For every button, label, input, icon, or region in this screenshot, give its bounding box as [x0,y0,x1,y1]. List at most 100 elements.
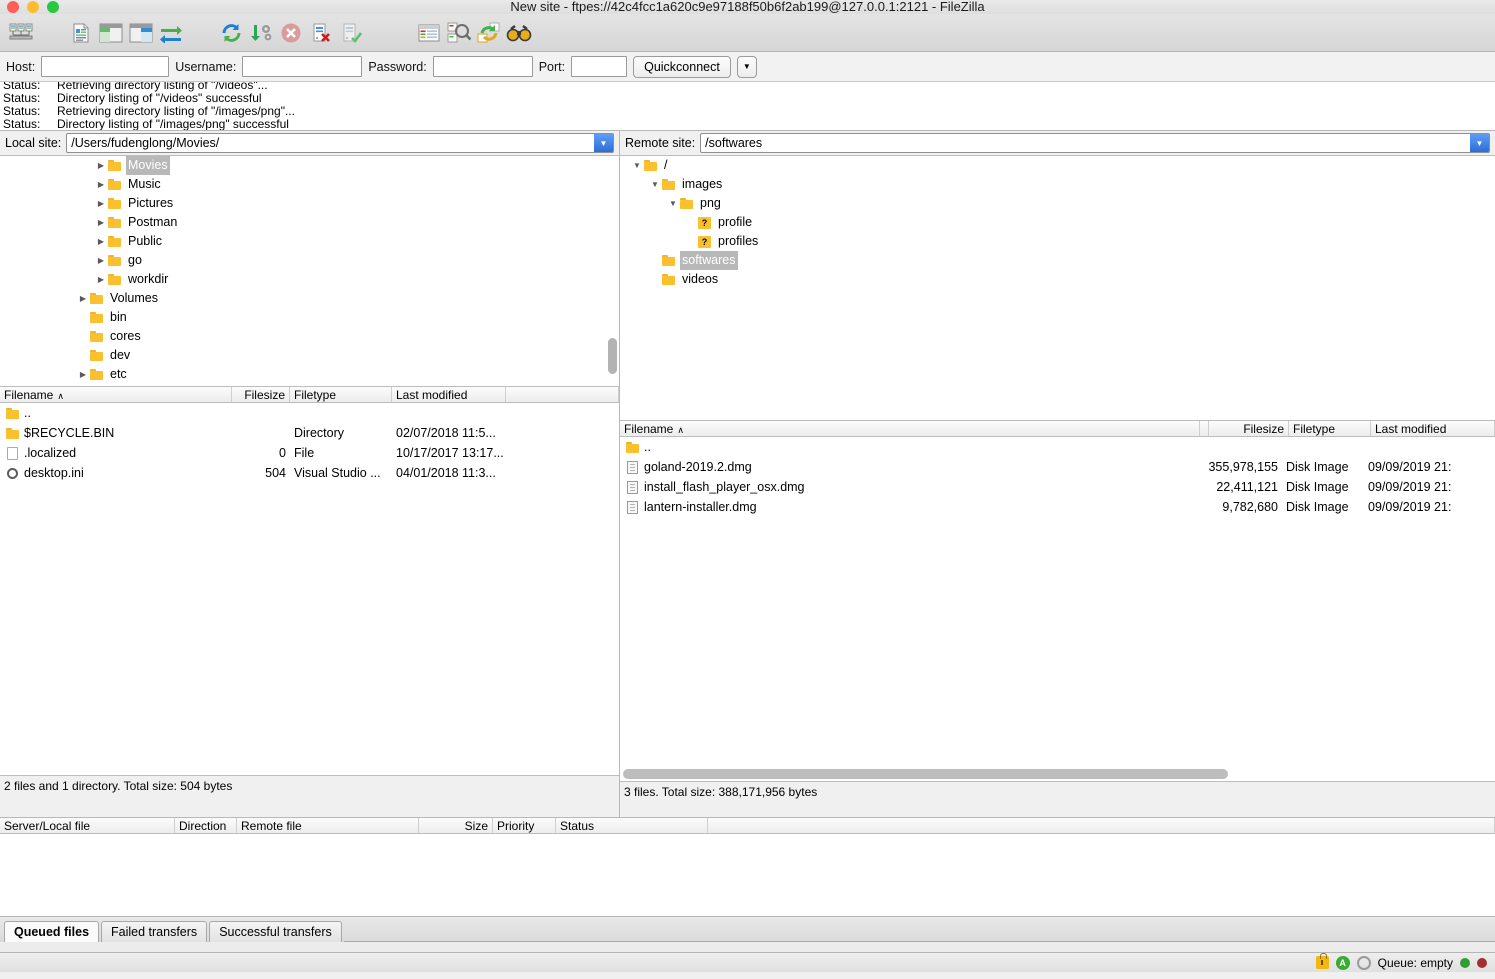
file-row[interactable]: desktop.ini 504 Visual Studio ... 04/01/201… [0,463,619,483]
toggle-transfer-queue-icon[interactable] [156,18,186,48]
port-input[interactable] [571,56,628,77]
chevron-right-icon[interactable]: ▶ [94,175,108,194]
column-header-spacer[interactable] [1200,421,1209,436]
column-header-size[interactable]: Size [419,818,493,833]
column-header-spacer[interactable] [506,387,619,402]
file-row[interactable]: .. [0,403,619,423]
remote-file-columns[interactable]: Filename ∧ Filesize Filetype Last modifie… [620,420,1495,437]
chevron-right-icon[interactable]: ▶ [94,232,108,251]
cancel-icon[interactable] [276,18,306,48]
quickconnect-button[interactable]: Quickconnect [633,55,731,78]
tree-node[interactable]: videos [620,270,1495,289]
chevron-right-icon[interactable]: ▶ [94,251,108,270]
tree-node[interactable]: ▶ Postman [0,213,619,232]
tree-node[interactable]: ▶ Public [0,232,619,251]
process-queue-icon[interactable] [246,18,276,48]
tree-node[interactable]: ▶ Movies [0,156,619,175]
remote-site-value[interactable]: /softwares [701,134,1470,152]
chevron-right-icon[interactable]: ▶ [94,213,108,232]
message-log[interactable]: Status: Retrieving directory listing of … [0,82,1495,131]
chevron-right-icon[interactable]: ▶ [76,289,90,308]
remote-site-combo[interactable]: /softwares ▼ [700,133,1490,153]
compare-directories-icon[interactable] [444,18,474,48]
tree-node[interactable]: ? profile [620,213,1495,232]
column-header-filename[interactable]: Filename ∧ [620,421,1200,436]
tree-node[interactable]: ▶ etc [0,365,619,384]
column-header-filename[interactable]: Filename ∧ [0,387,232,402]
local-site-combo[interactable]: /Users/fudenglong/Movies/ ▼ [66,133,614,153]
chevron-down-icon[interactable]: ▼ [630,156,644,175]
local-tree-scrollbar[interactable] [608,338,617,374]
column-header-status[interactable]: Status [556,818,708,833]
file-row[interactable]: $RECYCLE.BIN Directory 02/07/2018 11:5... [0,423,619,443]
column-header-spacer[interactable] [708,818,1495,833]
tab-successful-transfers[interactable]: Successful transfers [209,921,342,942]
file-row[interactable]: lantern-installer.dmg 9,782,680 Disk Image… [620,497,1495,517]
column-header-filetype[interactable]: Filetype [290,387,392,402]
chevron-down-icon[interactable]: ▼ [666,194,680,213]
site-manager-icon[interactable] [6,18,36,48]
tree-node[interactable]: ▶ Pictures [0,194,619,213]
tree-node[interactable]: ▶ go [0,251,619,270]
tree-node-label: Postman [128,215,178,229]
column-header-remote-file[interactable]: Remote file [237,818,419,833]
reconnect-icon[interactable] [336,18,366,48]
column-header-last-modified[interactable]: Last modified [392,387,506,402]
refresh-icon[interactable] [216,18,246,48]
column-header-last-modified[interactable]: Last modified [1371,421,1495,436]
disconnect-icon[interactable] [306,18,336,48]
tree-node[interactable]: cores [0,327,619,346]
tab-queued-files[interactable]: Queued files [4,921,100,942]
tree-node[interactable]: dev [0,346,619,365]
file-row[interactable]: install_flash_player_osx.dmg 22,411,121 Di… [620,477,1495,497]
file-row[interactable]: .. [620,437,1495,457]
toggle-remote-tree-icon[interactable] [126,18,156,48]
local-file-columns[interactable]: Filename ∧ Filesize Filetype Last modifie… [0,386,619,403]
chevron-right-icon[interactable]: ▶ [94,156,108,175]
local-directory-tree[interactable]: ▶ Movies ▶ Music ▶ Pictures ▶ Postman ▶ Public ▶ go… [0,156,619,386]
column-header-filetype[interactable]: Filetype [1289,421,1371,436]
chevron-right-icon[interactable]: ▶ [94,194,108,213]
username-input[interactable] [242,56,363,77]
file-row[interactable]: goland-2019.2.dmg 355,978,155 Disk Image 09… [620,457,1495,477]
column-header-filesize[interactable]: Filesize [232,387,290,402]
tree-node[interactable]: ▼ png [620,194,1495,213]
tree-node[interactable]: ▶ Music [0,175,619,194]
tree-node[interactable]: ▼ images [620,175,1495,194]
password-input[interactable] [432,56,533,77]
toggle-message-log-icon[interactable] [66,18,96,48]
toggle-local-tree-icon[interactable] [96,18,126,48]
file-modified-cell: 09/09/2019 21: [1368,500,1452,514]
column-header-server-local-file[interactable]: Server/Local file [0,818,175,833]
local-site-value[interactable]: /Users/fudenglong/Movies/ [67,134,594,152]
remote-file-list[interactable]: .. goland-2019.2.dmg 355,978,155 Disk Image… [620,437,1495,781]
transfer-queue-columns[interactable]: Server/Local file Direction Remote file … [0,817,1495,834]
file-name: goland-2019.2.dmg [644,460,752,474]
column-header-filesize[interactable]: Filesize [1209,421,1289,436]
quickconnect-history-dropdown[interactable]: ▼ [736,55,757,78]
tree-node[interactable]: ▼ / [620,156,1495,175]
remote-file-list-hscrollbar[interactable] [623,769,1492,779]
synchronized-browsing-icon[interactable] [474,18,504,48]
local-file-list[interactable]: .. $RECYCLE.BIN Directory 02/07/2018 11:5..… [0,403,619,775]
chevron-right-icon[interactable]: ▶ [94,270,108,289]
tree-node[interactable]: softwares [620,251,1495,270]
filter-icon[interactable] [414,18,444,48]
chevron-down-icon[interactable]: ▼ [594,134,613,152]
file-row[interactable]: .localized 0 File 10/17/2017 13:17... [0,443,619,463]
host-input[interactable] [41,56,170,77]
chevron-right-icon[interactable]: ▶ [76,365,90,384]
local-status-bar: 2 files and 1 directory. Total size: 504… [0,775,619,797]
tree-node[interactable]: bin [0,308,619,327]
tree-node[interactable]: ▶ workdir [0,270,619,289]
column-header-direction[interactable]: Direction [175,818,237,833]
column-header-priority[interactable]: Priority [493,818,556,833]
chevron-down-icon[interactable]: ▼ [1470,134,1489,152]
transfer-queue-list[interactable] [0,834,1495,916]
tab-failed-transfers[interactable]: Failed transfers [101,921,208,942]
tree-node[interactable]: ▶ Volumes [0,289,619,308]
chevron-down-icon[interactable]: ▼ [648,175,662,194]
tree-node[interactable]: ? profiles [620,232,1495,251]
remote-directory-tree[interactable]: ▼ / ▼ images ▼ png? profile? profiles softwares v… [620,156,1495,420]
find-files-icon[interactable] [504,18,534,48]
